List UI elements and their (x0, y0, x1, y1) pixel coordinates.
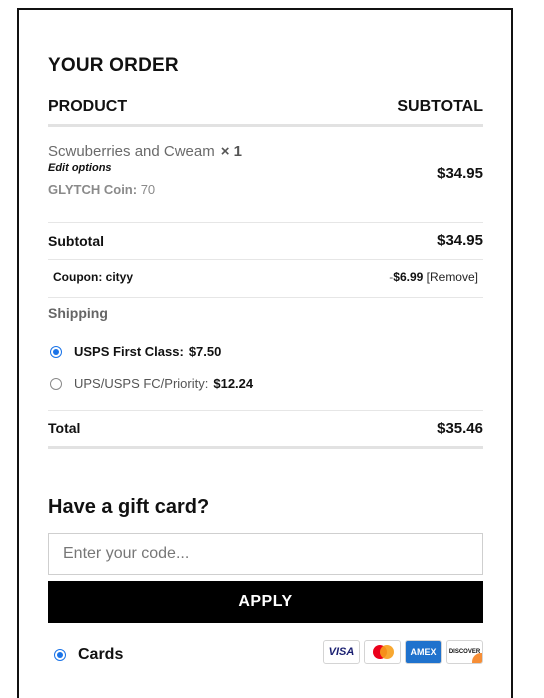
coin-label: GLYTCH Coin: (48, 182, 138, 197)
header-divider (48, 124, 483, 127)
coin-info: GLYTCH Coin: 70 (48, 182, 155, 197)
shipping-option-ups-priority[interactable]: UPS/USPS FC/Priority: $12.24 (50, 376, 253, 391)
shipping-option-name: USPS First Class: (74, 344, 184, 359)
shipping-option-usps-first-class[interactable]: USPS First Class: $7.50 (50, 344, 221, 359)
shipping-radio[interactable] (50, 377, 62, 390)
coupon-divider (48, 297, 483, 298)
order-title: YOUR ORDER (48, 55, 179, 76)
total-divider (48, 446, 483, 449)
amex-icon: AMEX (405, 640, 442, 664)
payment-radio-selected[interactable] (54, 649, 66, 661)
shipping-radio-selected[interactable] (50, 345, 62, 358)
discover-icon: DISCOVER (446, 640, 483, 664)
coupon-value: -$6.99 [Remove] (389, 270, 478, 284)
item-divider (48, 222, 483, 223)
product-name: Scwuberries and Cweam × 1 (48, 143, 242, 160)
total-label: Total (48, 420, 81, 436)
gift-card-title: Have a gift card? (48, 496, 210, 518)
product-quantity: × 1 (220, 143, 243, 160)
subtotal-divider (48, 259, 483, 260)
subtotal-column-header: SUBTOTAL (397, 98, 483, 115)
subtotal-label: Subtotal (48, 233, 104, 249)
apply-button[interactable]: APPLY (48, 581, 483, 623)
payment-option-cards[interactable]: Cards (54, 646, 123, 664)
shipping-label: Shipping (48, 305, 108, 321)
coupon-amount: $6.99 (393, 270, 424, 284)
coin-value: 70 (140, 182, 156, 197)
card-logos: VISA AMEX DISCOVER (323, 640, 483, 664)
gift-code-input[interactable] (48, 533, 483, 575)
payment-method-label: Cards (78, 646, 124, 663)
shipping-option-price: $7.50 (188, 344, 222, 359)
visa-icon: VISA (323, 640, 360, 664)
shipping-option-price: $12.24 (213, 376, 254, 391)
coupon-label: Coupon: cityy (53, 270, 133, 284)
shipping-divider (48, 410, 483, 411)
product-name-text: Scwuberries and Cweam (48, 143, 215, 160)
subtotal-value: $34.95 (437, 232, 483, 249)
edit-options-link[interactable]: Edit options (48, 162, 112, 174)
total-value: $35.46 (437, 420, 483, 437)
product-column-header: PRODUCT (48, 98, 128, 115)
product-price: $34.95 (437, 165, 483, 182)
shipping-option-name: UPS/USPS FC/Priority: (74, 376, 209, 391)
remove-coupon-link[interactable]: [Remove] (427, 270, 478, 284)
mastercard-icon (364, 640, 401, 664)
